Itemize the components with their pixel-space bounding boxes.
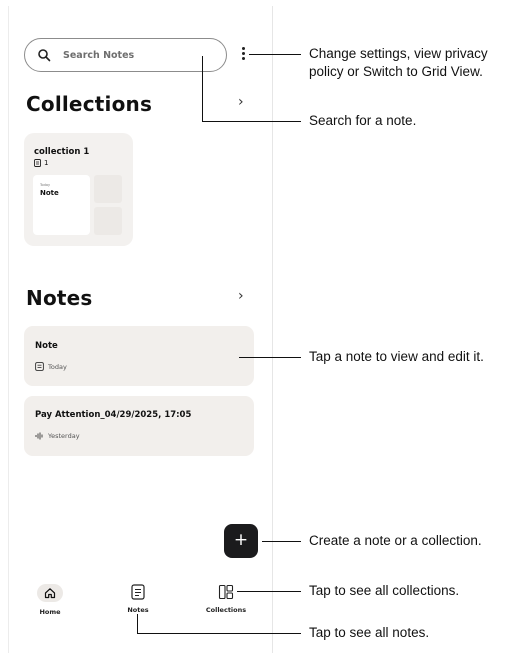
notes-heading: Notes	[26, 286, 93, 310]
create-callout-text: Create a note or a collection.	[309, 533, 482, 548]
create-fab-button[interactable]: +	[224, 524, 258, 558]
tab-collections-label: Collections	[205, 606, 247, 614]
collection-preview-note: Today Note	[33, 175, 90, 235]
collection-title: collection 1	[34, 147, 90, 157]
note-card[interactable]: Note Today	[24, 326, 254, 386]
preview-day: Today	[40, 183, 51, 187]
notes-chevron-icon[interactable]: ›	[238, 288, 244, 304]
collections-icon	[218, 584, 234, 600]
settings-callout-line1: Change settings, view privacy	[309, 46, 488, 61]
collection-count-value: 1	[44, 159, 49, 167]
note-date: Yesterday	[48, 432, 80, 440]
search-icon	[38, 49, 51, 62]
note-card[interactable]: Pay Attention_04/29/2025, 17:05 Yesterda…	[24, 396, 254, 456]
notes-icon	[131, 584, 145, 600]
note-callout-text: Tap a note to view and edit it.	[309, 349, 484, 364]
notes-tab-callout-text: Tap to see all notes.	[309, 625, 430, 640]
note-date: Today	[48, 362, 67, 371]
note-meta: Yesterday	[35, 432, 80, 440]
note-title: Pay Attention_04/29/2025, 17:05	[35, 410, 192, 420]
tab-home[interactable]: Home	[20, 584, 80, 616]
note-meta: Today	[35, 362, 67, 371]
collections-callout-text: Tap to see all collections.	[309, 583, 460, 598]
preview-title: Note	[40, 189, 59, 197]
collections-chevron-icon[interactable]: ›	[238, 94, 244, 110]
tab-home-label: Home	[39, 608, 61, 616]
collection-preview-empty	[94, 207, 122, 235]
tab-notes[interactable]: Notes	[108, 584, 168, 614]
note-title: Note	[35, 341, 58, 351]
collections-heading: Collections	[26, 92, 153, 116]
collection-card[interactable]: collection 1 1 Today Note	[24, 133, 133, 246]
document-icon	[35, 362, 44, 371]
settings-callout-line2: policy or Switch to Grid View.	[309, 64, 483, 79]
audio-wave-icon	[35, 432, 43, 440]
search-callout-text: Search for a note.	[309, 113, 417, 128]
home-icon	[44, 588, 56, 599]
more-menu-icon[interactable]	[240, 47, 246, 61]
search-placeholder: Search Notes	[63, 49, 135, 61]
document-icon	[34, 159, 41, 167]
collection-count: 1	[34, 159, 48, 167]
collection-preview-empty	[94, 175, 122, 203]
tab-notes-label: Notes	[127, 606, 149, 614]
search-input[interactable]: Search Notes	[24, 38, 227, 72]
tab-collections[interactable]: Collections	[196, 584, 256, 614]
